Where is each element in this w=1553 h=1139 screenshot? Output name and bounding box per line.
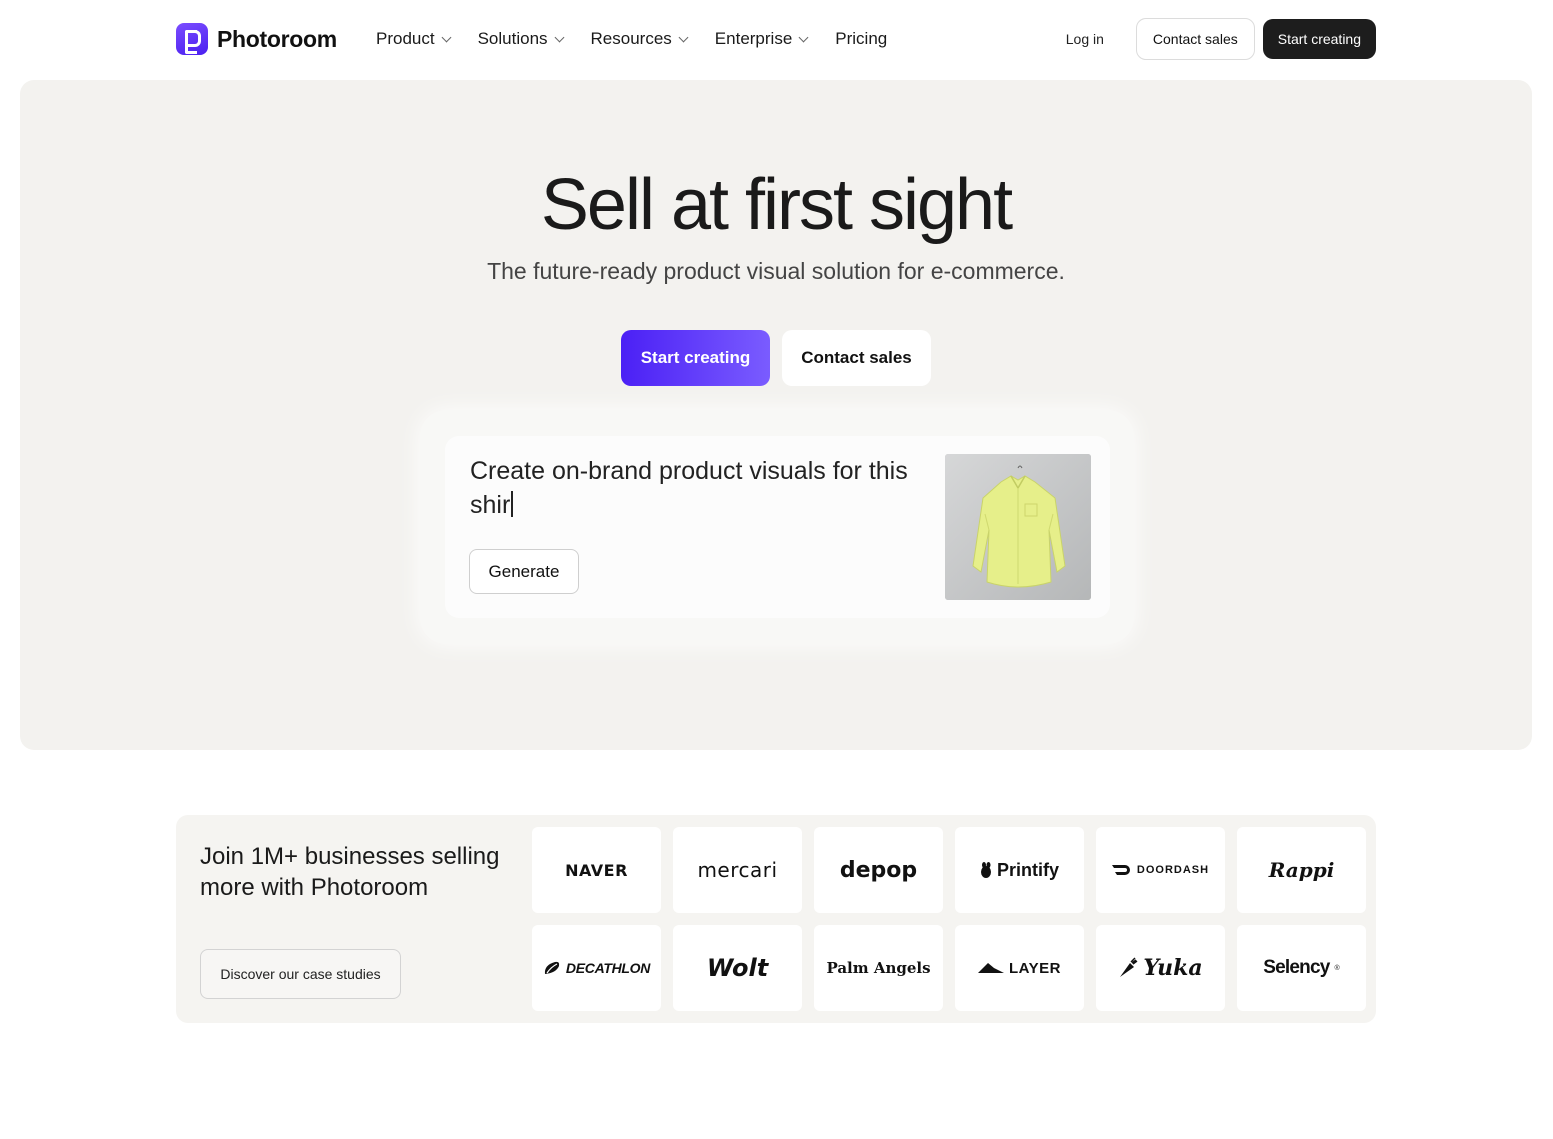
logo-tile-wolt: Wolt bbox=[673, 925, 802, 1011]
logo-tile-doordash: DOORDASH bbox=[1096, 827, 1225, 913]
shirt-illustration bbox=[945, 454, 1091, 600]
hero-ctas: Start creating Contact sales bbox=[20, 330, 1532, 386]
nav-actions: Log in Contact sales Start creating bbox=[1042, 18, 1376, 60]
doordash-logo: DOORDASH bbox=[1136, 864, 1210, 876]
menu-product[interactable]: Product bbox=[376, 29, 452, 49]
logo-tile-naver: NAVER bbox=[532, 827, 661, 913]
brand-name: Photoroom bbox=[217, 25, 337, 52]
wolt-logo: Wolt bbox=[706, 954, 769, 982]
logo-tile-palm-angels: Palm Angels bbox=[814, 925, 943, 1011]
layer-mark-icon bbox=[978, 963, 1005, 973]
rappi-logo: Rappi bbox=[1268, 858, 1335, 882]
decathlon-mark-icon bbox=[544, 961, 560, 974]
depop-logo: depop bbox=[839, 857, 918, 883]
printify-logo: Printify bbox=[996, 859, 1059, 880]
logo-tile-yuka: Yuka bbox=[1096, 925, 1225, 1011]
logo-tile-selency: Selency ® bbox=[1237, 925, 1366, 1011]
menu-pricing-label: Pricing bbox=[835, 29, 888, 48]
selency-logo: Selency bbox=[1263, 957, 1330, 978]
logo-tile-decathlon: DECATHLON bbox=[532, 925, 661, 1011]
decathlon-logo: DECATHLON bbox=[565, 960, 651, 976]
text-caret bbox=[511, 491, 514, 517]
logo-grid: NAVER mercari depop Printify DOORDASH Ra… bbox=[532, 827, 1366, 1011]
brand-logo[interactable]: Photoroom bbox=[176, 23, 337, 55]
case-studies-button[interactable]: Discover our case studies bbox=[200, 949, 401, 999]
prompt-card: Create on-brand product visuals for this… bbox=[445, 436, 1110, 618]
doordash-mark-icon bbox=[1111, 865, 1130, 875]
menu-solutions-label: Solutions bbox=[477, 29, 548, 48]
brands-title: Join 1M+ businesses selling more with Ph… bbox=[200, 843, 500, 901]
prompt-text: Create on-brand product visuals for this… bbox=[470, 457, 908, 519]
yuka-logo: Yuka bbox=[1143, 955, 1203, 981]
prompt-container: Create on-brand product visuals for this… bbox=[420, 410, 1134, 644]
menu-resources[interactable]: Resources bbox=[590, 29, 689, 49]
layer-logo: LAYER bbox=[1009, 959, 1061, 977]
logo-tile-depop: depop bbox=[814, 827, 943, 913]
chevron-down-icon bbox=[678, 32, 689, 42]
registered-mark-icon: ® bbox=[1334, 964, 1340, 972]
naver-logo: NAVER bbox=[565, 860, 628, 880]
chevron-down-icon bbox=[554, 32, 564, 42]
yellow-shirt-image bbox=[945, 454, 1091, 600]
logo-tile-printify: Printify bbox=[955, 827, 1084, 913]
hero-subtitle: The future-ready product visual solution… bbox=[487, 258, 1065, 284]
chevron-down-icon bbox=[441, 32, 452, 42]
logo-tile-mercari: mercari bbox=[673, 827, 802, 913]
nav-contact-sales-button[interactable]: Contact sales bbox=[1135, 18, 1255, 60]
hero-title: Sell at first sight bbox=[540, 165, 1013, 245]
login-link[interactable]: Log in bbox=[1042, 31, 1128, 47]
printify-mark-icon bbox=[980, 862, 991, 878]
contact-sales-button[interactable]: Contact sales bbox=[782, 330, 931, 386]
top-navigation: Photoroom Product Solutions Resources En… bbox=[0, 0, 1553, 80]
yuka-carrot-icon bbox=[1120, 957, 1138, 977]
brands-section: Join 1M+ businesses selling more with Ph… bbox=[176, 815, 1376, 1023]
palm-angels-logo: Palm Angels bbox=[826, 959, 931, 977]
hero-section: Sell at first sight The future-ready pro… bbox=[20, 80, 1532, 750]
mercari-logo: mercari bbox=[697, 858, 778, 882]
nav-start-creating-button[interactable]: Start creating bbox=[1262, 19, 1376, 59]
prompt-input[interactable]: Create on-brand product visuals for this… bbox=[470, 454, 930, 522]
menu-enterprise[interactable]: Enterprise bbox=[714, 29, 809, 49]
main-menu: Product Solutions Resources Enterprise P… bbox=[376, 29, 887, 49]
menu-product-label: Product bbox=[376, 29, 435, 48]
chevron-down-icon bbox=[798, 32, 809, 42]
logo-tile-layer: LAYER bbox=[955, 925, 1084, 1011]
menu-solutions[interactable]: Solutions bbox=[477, 29, 564, 49]
menu-pricing[interactable]: Pricing bbox=[835, 29, 887, 49]
start-creating-button[interactable]: Start creating bbox=[621, 330, 770, 386]
photoroom-logo-icon bbox=[176, 23, 208, 55]
logo-tile-rappi: Rappi bbox=[1237, 827, 1366, 913]
generate-button[interactable]: Generate bbox=[469, 549, 579, 594]
menu-enterprise-label: Enterprise bbox=[714, 29, 793, 48]
menu-resources-label: Resources bbox=[590, 29, 672, 48]
